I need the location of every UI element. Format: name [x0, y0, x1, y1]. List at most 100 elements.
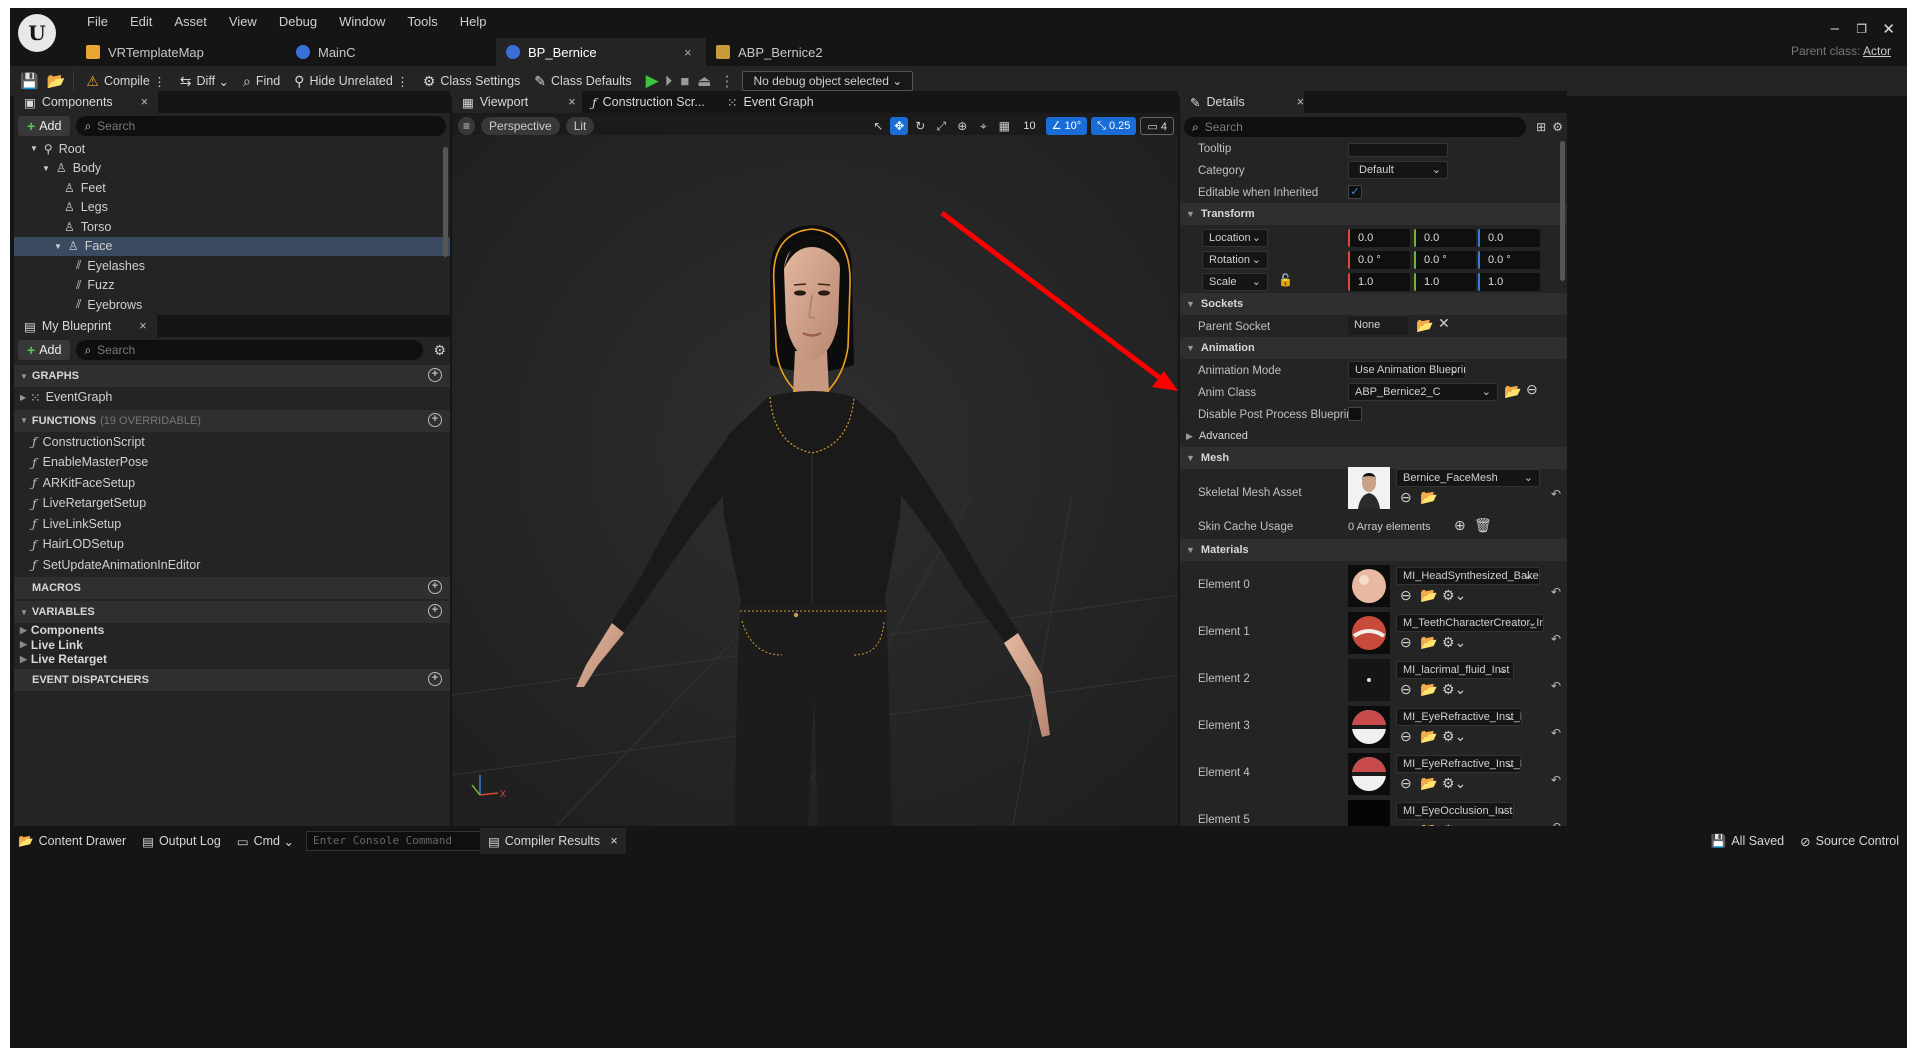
components-tab[interactable]: ▣ Components ×	[14, 91, 158, 113]
graph-item-eventgraph[interactable]: ▶ ⁙ EventGraph	[14, 387, 450, 408]
add-element-icon[interactable]: ⊕	[1454, 517, 1466, 534]
doc-tab-vrtemplatemap[interactable]: VRTemplateMap	[76, 38, 286, 66]
browse-icon[interactable]: 📂	[47, 72, 66, 90]
editable-inherited-checkbox[interactable]: ✓	[1348, 185, 1362, 199]
class-settings-button[interactable]: ⚙ Class Settings	[423, 73, 520, 90]
lock-icon[interactable]: 🔓	[1278, 273, 1293, 287]
skeletal-mesh-select[interactable]: Bernice_FaceMesh ⌄	[1396, 469, 1540, 487]
hide-unrelated-button[interactable]: ⚲ Hide Unrelated ⋮	[294, 73, 409, 90]
save-icon[interactable]: 💾	[20, 72, 39, 90]
tooltip-field[interactable]	[1348, 143, 1448, 157]
skeletal-mesh-thumbnail[interactable]	[1348, 467, 1390, 509]
material-thumbnail[interactable]	[1348, 612, 1390, 654]
doc-tab-abp-bernice2[interactable]: ABP_Bernice2	[706, 38, 916, 66]
parent-class-link[interactable]: Actor	[1863, 44, 1891, 58]
compile-button[interactable]: ⚠ Compile ⋮	[86, 73, 165, 90]
rotate-tool-icon[interactable]: ↻	[911, 117, 929, 135]
close-icon[interactable]: ×	[141, 95, 148, 109]
settings-gear-icon[interactable]: ⚙	[433, 342, 446, 359]
material-select[interactable]: MI_EyeRefractive_Inst_R ⌄	[1396, 755, 1522, 773]
reset-arrow-icon[interactable]: ↶	[1551, 773, 1561, 787]
close-window-icon[interactable]: ✕	[1882, 20, 1895, 38]
tree-item-eyelashes[interactable]: ⫽ Eyelashes	[14, 256, 450, 276]
source-control-button[interactable]: ⊘ Source Control	[1792, 826, 1907, 856]
function-item[interactable]: ƒ LiveRetargetSetup	[14, 493, 450, 514]
perspective-button[interactable]: Perspective	[481, 117, 560, 135]
compiler-results-tab[interactable]: ▤ Compiler Results ×	[479, 828, 626, 854]
mesh-category[interactable]: ▼ Mesh	[1180, 447, 1567, 469]
use-selected-icon[interactable]: ⊖	[1526, 381, 1538, 398]
add-member-button[interactable]: + Add	[18, 340, 71, 360]
material-options-icon[interactable]: ⚙⌄	[1442, 728, 1466, 745]
browse-icon[interactable]: 📂	[1504, 383, 1521, 400]
grid-view-icon[interactable]: ⊞	[1536, 120, 1546, 134]
material-options-icon[interactable]: ⚙⌄	[1442, 634, 1466, 651]
use-selected-icon[interactable]: ⊖	[1400, 775, 1412, 792]
use-selected-icon[interactable]: ⊖	[1400, 728, 1412, 745]
disable-post-process-checkbox[interactable]	[1348, 407, 1362, 421]
variables-section-header[interactable]: ▼ VARIABLES +	[14, 601, 450, 623]
select-tool-icon[interactable]: ↖	[869, 117, 887, 135]
all-saved-button[interactable]: 💾 All Saved	[1703, 826, 1792, 856]
material-select[interactable]: MI_EyeOcclusion_Inst ⌄	[1396, 802, 1514, 820]
function-item[interactable]: ƒ ARKitFaceSetup	[14, 473, 450, 494]
use-selected-icon[interactable]: ⊖	[1400, 587, 1412, 604]
material-options-icon[interactable]: ⚙⌄	[1442, 681, 1466, 698]
material-options-icon[interactable]: ⚙⌄	[1442, 775, 1466, 792]
browse-icon[interactable]: 📂	[1420, 634, 1437, 651]
browse-icon[interactable]: 📂	[1420, 775, 1437, 792]
angle-snap-value[interactable]: ∠ 10°	[1045, 117, 1088, 135]
add-macro-icon[interactable]: +	[428, 580, 442, 594]
doc-tab-bp-bernice[interactable]: BP_Bernice ×	[496, 38, 706, 66]
doc-tab-mainc[interactable]: MainC	[286, 38, 496, 66]
scale-tool-icon[interactable]: ⤢	[932, 117, 950, 135]
variable-category-live-link[interactable]: ▶ Live Link	[14, 638, 450, 653]
tab-viewport[interactable]: ▦ Viewport ×	[452, 91, 582, 113]
macros-section-header[interactable]: MACROS +	[14, 577, 450, 599]
minimize-icon[interactable]: –	[1831, 20, 1839, 37]
material-select[interactable]: M_TeethCharacterCreator_Inst ⌄	[1396, 614, 1544, 632]
menu-window[interactable]: Window	[328, 12, 396, 32]
material-select[interactable]: MI_lacrimal_fluid_Inst ⌄	[1396, 661, 1514, 679]
my-blueprint-search-input[interactable]: ⌕ Search	[76, 340, 424, 360]
settings-gear-icon[interactable]: ⚙	[1552, 120, 1563, 134]
location-y-input[interactable]: 0.0	[1414, 229, 1476, 247]
scale-select[interactable]: Scale ⌄	[1202, 273, 1268, 291]
add-component-button[interactable]: + Add	[18, 116, 71, 136]
material-options-icon[interactable]: ⚙⌄	[1442, 587, 1466, 604]
details-tab[interactable]: ✎ Details ×	[1180, 91, 1304, 113]
tab-event-graph[interactable]: ⁙ Event Graph	[717, 91, 824, 113]
animation-mode-select[interactable]: Use Animation Blueprint ⌄	[1348, 361, 1466, 379]
function-item[interactable]: ƒ LiveLinkSetup	[14, 514, 450, 535]
cmd-select[interactable]: ▭ Cmd ⌄	[229, 826, 302, 856]
reset-arrow-icon[interactable]: ↶	[1551, 726, 1561, 740]
material-select[interactable]: MI_HeadSynthesized_Baked ⌄	[1396, 567, 1540, 585]
animation-category[interactable]: ▼ Animation	[1180, 337, 1567, 359]
tree-item-root[interactable]: ▼ ⚲ Root	[14, 139, 450, 159]
function-item[interactable]: ƒ HairLODSetup	[14, 534, 450, 555]
location-z-input[interactable]: 0.0	[1478, 229, 1540, 247]
diff-button[interactable]: ⇆ Diff ⌄	[180, 73, 229, 90]
variable-category-components[interactable]: ▶ Components	[14, 623, 450, 638]
grid-snap-value[interactable]: 10	[1017, 117, 1041, 135]
close-icon[interactable]: ×	[684, 45, 706, 60]
close-icon[interactable]: ×	[139, 319, 146, 333]
stop-icon[interactable]: ■	[680, 73, 689, 90]
rotation-z-input[interactable]: 0.0 °	[1478, 251, 1540, 269]
output-log-button[interactable]: ▤ Output Log	[134, 826, 229, 856]
viewport-menu-icon[interactable]: ≡	[458, 117, 476, 135]
eject-icon[interactable]: ⏏	[697, 72, 711, 90]
components-scrollbar[interactable]	[443, 147, 448, 257]
use-selected-icon[interactable]: ⊖	[1400, 489, 1412, 506]
tab-construction-script[interactable]: ƒ Construction Scr...	[582, 91, 717, 113]
advanced-category[interactable]: ▶ Advanced	[1180, 425, 1567, 447]
tree-item-torso[interactable]: ♙ Torso	[14, 217, 450, 237]
play-icon[interactable]: ▶	[646, 71, 659, 91]
tree-item-legs[interactable]: ♙ Legs	[14, 198, 450, 218]
function-item[interactable]: ƒ SetUpdateAnimationInEditor	[14, 555, 450, 576]
use-selected-icon[interactable]: ⊖	[1400, 634, 1412, 651]
add-function-icon[interactable]: +	[428, 412, 442, 427]
browse-icon[interactable]: 📂	[1420, 489, 1437, 506]
menu-file[interactable]: File	[76, 12, 119, 32]
my-blueprint-tab[interactable]: ▤ My Blueprint ×	[14, 315, 157, 337]
